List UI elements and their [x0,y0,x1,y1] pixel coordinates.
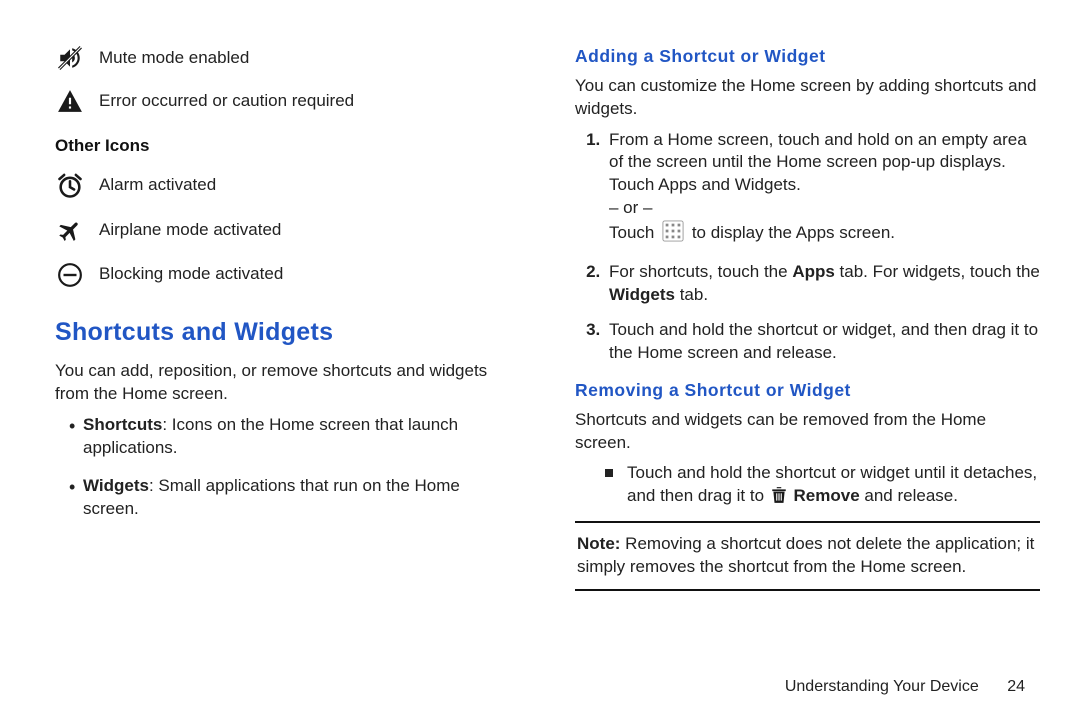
removing-list: Touch and hold the shortcut or widget un… [575,462,1040,511]
removing-intro: Shortcuts and widgets can be removed fro… [575,409,1040,455]
note-text: Note: Removing a shortcut does not delet… [575,533,1040,579]
error-row: Error occurred or caution required [55,89,520,113]
adding-heading: Adding a Shortcut or Widget [575,45,1040,69]
note-rule-bottom [575,589,1040,591]
mute-label: Mute mode enabled [99,47,249,70]
adding-steps: From a Home screen, touch and hold on an… [575,129,1040,365]
step-2-widgets: Widgets [609,285,675,304]
footer-section: Understanding Your Device [785,678,979,695]
warning-icon [55,89,85,113]
error-label: Error occurred or caution required [99,90,354,113]
step-2-pre: For shortcuts, touch the [609,262,792,281]
step-1-text-b-post: to display the Apps screen. [687,223,895,242]
blocking-icon [55,262,85,288]
airplane-icon [55,218,85,244]
note-label: Note: [577,534,620,553]
step-1: From a Home screen, touch and hold on an… [605,129,1040,250]
removing-item-post: and release. [860,486,958,505]
apps-grid-icon [662,220,684,249]
note-body: Removing a shortcut does not delete the … [577,534,1034,576]
bullet-shortcuts: Shortcuts: Icons on the Home screen that… [69,414,520,460]
step-1-text-b-pre: Touch [609,223,659,242]
other-icons-heading: Other Icons [55,135,520,158]
bullet-shortcuts-term: Shortcuts [83,415,162,434]
footer-page-number: 24 [1007,678,1025,695]
bullet-widgets: Widgets: Small applications that run on … [69,475,520,521]
step-2: For shortcuts, touch the Apps tab. For w… [605,261,1040,307]
alarm-label: Alarm activated [99,174,216,197]
trash-icon [771,486,787,511]
blocking-label: Blocking mode activated [99,263,283,286]
removing-item: Touch and hold the shortcut or widget un… [605,462,1040,511]
shortcuts-bullets: Shortcuts: Icons on the Home screen that… [55,414,520,522]
airplane-row: Airplane mode activated [55,218,520,244]
step-1-or: – or – [609,198,652,217]
left-column: Mute mode enabled Error occurred or caut… [55,45,520,601]
mute-icon [55,45,85,71]
step-2-post: tab. [675,285,708,304]
note-rule-top [575,521,1040,523]
alarm-icon [55,172,85,200]
alarm-row: Alarm activated [55,172,520,200]
page-footer: Understanding Your Device 24 [785,676,1025,698]
right-column: Adding a Shortcut or Widget You can cust… [575,45,1040,601]
bullet-widgets-term: Widgets [83,476,149,495]
step-1-text-a: From a Home screen, touch and hold on an… [609,130,1027,195]
mute-row: Mute mode enabled [55,45,520,71]
step-3: Touch and hold the shortcut or widget, a… [605,319,1040,365]
removing-item-bold: Remove [794,486,860,505]
airplane-label: Airplane mode activated [99,219,281,242]
shortcuts-heading: Shortcuts and Widgets [55,316,520,350]
removing-heading: Removing a Shortcut or Widget [575,379,1040,403]
step-2-apps: Apps [792,262,835,281]
step-2-mid: tab. For widgets, touch the [835,262,1040,281]
blocking-row: Blocking mode activated [55,262,520,288]
shortcuts-intro: You can add, reposition, or remove short… [55,360,520,406]
adding-intro: You can customize the Home screen by add… [575,75,1040,121]
